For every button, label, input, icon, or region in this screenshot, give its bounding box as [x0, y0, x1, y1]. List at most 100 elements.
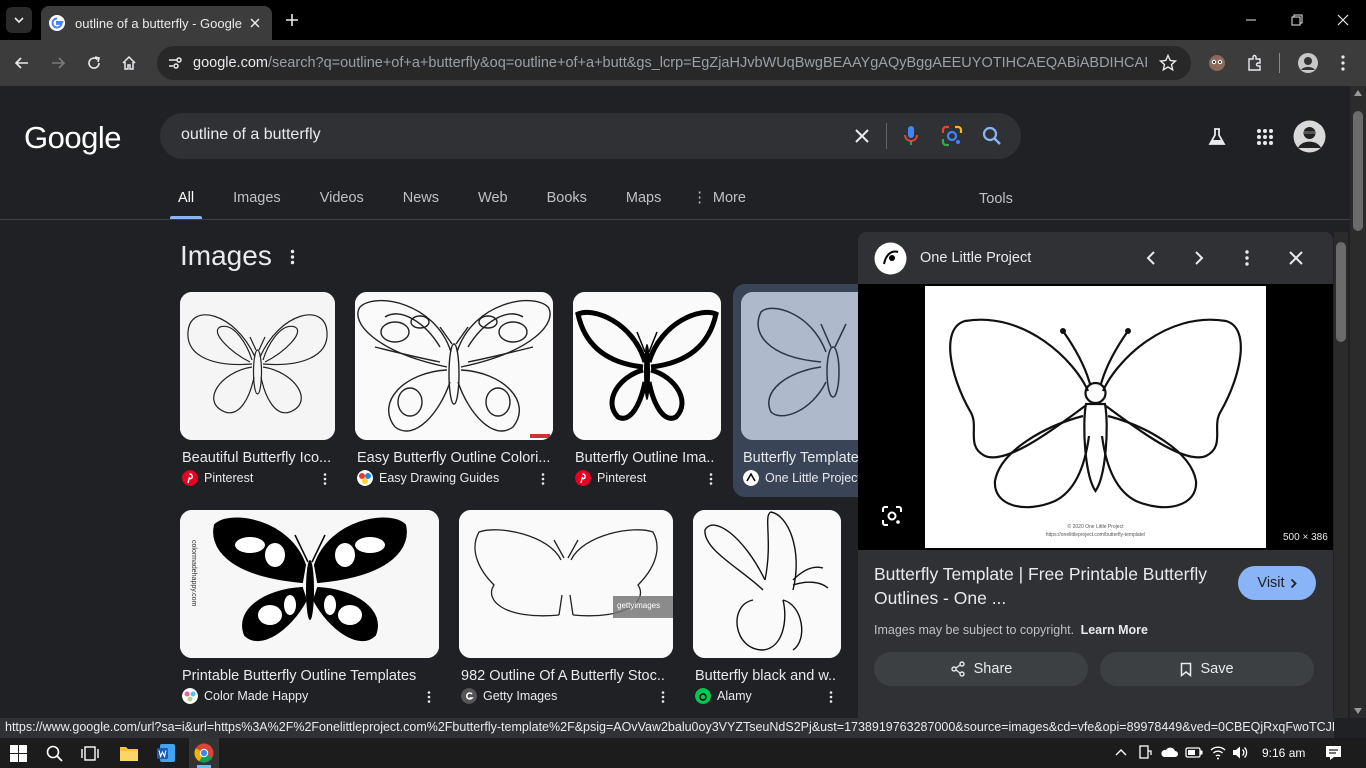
- search-box[interactable]: outline of a butterfly: [160, 113, 1021, 159]
- save-button[interactable]: Save: [1100, 652, 1314, 686]
- kebab-menu-icon[interactable]: [1245, 250, 1249, 266]
- browser-tab[interactable]: outline of a butterfly - Google Search: [41, 6, 272, 40]
- chevron-left-icon[interactable]: [1145, 250, 1157, 266]
- home-button[interactable]: [118, 52, 140, 74]
- google-lens-icon[interactable]: [941, 125, 963, 147]
- tab-news[interactable]: News: [395, 190, 447, 220]
- tab-maps[interactable]: Maps: [618, 190, 669, 220]
- share-button-label: Share: [973, 661, 1013, 677]
- close-icon[interactable]: [1288, 250, 1304, 266]
- result-menu-button[interactable]: [319, 471, 331, 487]
- search-input[interactable]: outline of a butterfly: [181, 126, 321, 144]
- result-source[interactable]: Pinterest: [182, 470, 253, 486]
- result-menu-button[interactable]: [537, 471, 549, 487]
- browser-menu-button[interactable]: [1332, 52, 1354, 74]
- result-thumbnail[interactable]: gettyimages: [459, 510, 673, 658]
- close-tab-button[interactable]: [246, 14, 264, 32]
- tab-videos[interactable]: Videos: [312, 190, 372, 220]
- apps-grid-icon[interactable]: [1256, 128, 1274, 146]
- result-thumbnail[interactable]: colormadehappy.com: [180, 510, 439, 658]
- panel-scroll-thumb[interactable]: [1336, 242, 1346, 342]
- result-source[interactable]: One Little Project: [743, 470, 861, 486]
- battery-icon[interactable]: [1185, 747, 1203, 758]
- search-labs-icon[interactable]: [1207, 127, 1227, 147]
- clock[interactable]: 9:16 am: [1262, 746, 1305, 760]
- preview-title[interactable]: Butterfly Template | Free Printable Butt…: [874, 562, 1219, 610]
- result-menu-button[interactable]: [705, 471, 717, 487]
- result-source[interactable]: Alamy: [695, 688, 752, 704]
- search-icon[interactable]: [46, 745, 63, 762]
- tab-books[interactable]: Books: [539, 190, 595, 220]
- new-tab-button[interactable]: [282, 10, 302, 30]
- forward-button[interactable]: [47, 52, 69, 74]
- profile-button[interactable]: [1296, 51, 1320, 75]
- learn-more-link[interactable]: Learn More: [1081, 623, 1148, 637]
- image-result-card-selected[interactable]: Butterfly Template One Little Project: [733, 284, 881, 497]
- butterfly-image: © 2020 One Little Project https://onelit…: [925, 286, 1266, 548]
- google-logo[interactable]: Google: [24, 120, 121, 156]
- clear-search-icon[interactable]: [854, 128, 870, 144]
- result-title[interactable]: Easy Butterfly Outline Colori...: [357, 450, 549, 466]
- close-icon: [250, 18, 260, 28]
- volume-icon[interactable]: [1232, 745, 1248, 760]
- result-thumbnail[interactable]: [180, 292, 335, 440]
- tab-search-button[interactable]: [6, 7, 32, 33]
- result-title[interactable]: Printable Butterfly Outline Templates: [182, 668, 432, 684]
- visit-button[interactable]: Visit: [1238, 566, 1316, 600]
- panel-scrollbar[interactable]: [1334, 232, 1348, 718]
- result-thumbnail[interactable]: [573, 292, 721, 440]
- tools-button[interactable]: Tools: [979, 191, 1013, 207]
- tab-all[interactable]: All: [170, 190, 203, 220]
- scroll-up-arrow-icon[interactable]: [1354, 90, 1362, 96]
- share-button[interactable]: Share: [874, 652, 1088, 686]
- result-title[interactable]: Butterfly Template: [743, 450, 858, 466]
- address-bar[interactable]: google.com/search?q=outline+of+a+butterf…: [157, 46, 1191, 80]
- back-button[interactable]: [11, 52, 33, 74]
- result-menu-button[interactable]: [825, 689, 837, 705]
- result-title[interactable]: 982 Outline Of A Butterfly Stoc...: [461, 668, 666, 684]
- result-menu-button[interactable]: [657, 689, 669, 705]
- result-menu-button[interactable]: [423, 689, 435, 705]
- chevron-right-icon[interactable]: [1193, 250, 1205, 266]
- tab-web[interactable]: Web: [470, 190, 516, 220]
- extensions-button[interactable]: [1244, 52, 1266, 74]
- scroll-down-arrow-icon[interactable]: [1354, 708, 1362, 714]
- result-source[interactable]: Color Made Happy: [182, 688, 308, 704]
- page-scroll-thumb[interactable]: [1353, 111, 1363, 231]
- chevron-up-icon[interactable]: [1115, 748, 1127, 756]
- search-icon[interactable]: [982, 126, 1002, 146]
- result-title[interactable]: Beautiful Butterfly Ico...: [182, 450, 332, 466]
- notifications-icon[interactable]: [1325, 745, 1342, 761]
- extension-button[interactable]: [1206, 52, 1228, 74]
- result-thumbnail[interactable]: [355, 292, 553, 440]
- onedrive-cloud-icon[interactable]: [1160, 746, 1178, 758]
- wifi-icon[interactable]: [1210, 745, 1226, 760]
- tab-images[interactable]: Images: [225, 190, 289, 220]
- chrome-taskbar-button[interactable]: [189, 738, 219, 768]
- microsoft-word-icon[interactable]: [156, 743, 176, 763]
- bookmark-star-icon[interactable]: [1159, 54, 1177, 72]
- reload-button[interactable]: [83, 52, 105, 74]
- preview-site-name[interactable]: One Little Project: [920, 250, 1031, 266]
- minimize-button[interactable]: [1241, 10, 1261, 30]
- result-title[interactable]: Butterfly Outline Ima...: [575, 450, 715, 466]
- windows-start-icon[interactable]: [10, 745, 27, 762]
- result-source[interactable]: Getty Images: [461, 688, 557, 704]
- tab-more[interactable]: ⋮ More: [692, 190, 754, 220]
- task-view-icon[interactable]: [81, 745, 99, 762]
- kebab-menu-icon[interactable]: [290, 249, 295, 265]
- result-source[interactable]: Pinterest: [575, 470, 646, 486]
- file-explorer-icon[interactable]: [119, 744, 139, 762]
- google-lens-icon[interactable]: [881, 505, 903, 527]
- device-icon[interactable]: [1138, 745, 1152, 761]
- result-source[interactable]: Easy Drawing Guides: [357, 470, 499, 486]
- preview-image[interactable]: © 2020 One Little Project https://onelit…: [925, 286, 1266, 548]
- result-title[interactable]: Butterfly black and w...: [695, 668, 837, 684]
- result-thumbnail[interactable]: [693, 510, 841, 658]
- page-scrollbar[interactable]: [1350, 86, 1366, 718]
- microphone-icon[interactable]: [903, 125, 919, 147]
- restore-button[interactable]: [1287, 10, 1307, 30]
- account-avatar[interactable]: [1293, 120, 1326, 153]
- site-info-icon[interactable]: [167, 55, 183, 71]
- close-window-button[interactable]: [1333, 10, 1353, 30]
